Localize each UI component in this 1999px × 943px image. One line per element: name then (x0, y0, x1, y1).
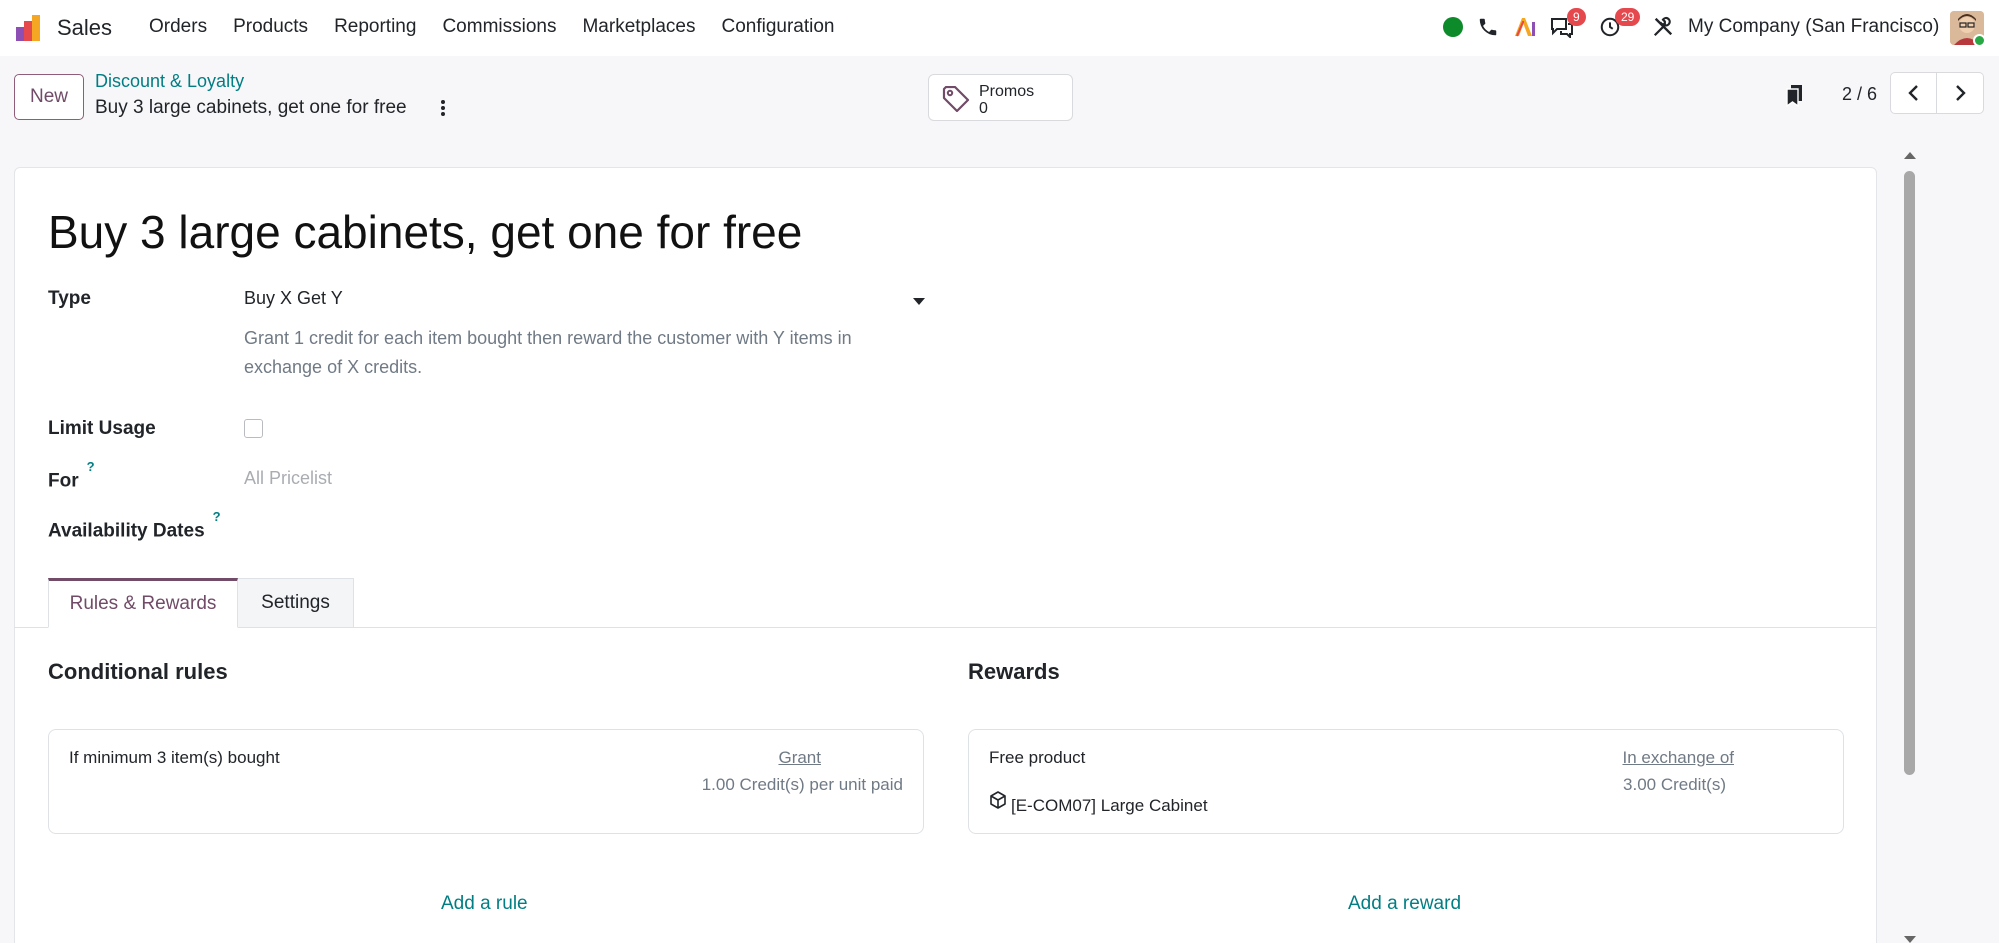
promos-smart-button[interactable]: Promos 0 (928, 74, 1073, 121)
menu-marketplaces[interactable]: Marketplaces (569, 16, 708, 38)
app-name[interactable]: Sales (57, 15, 112, 41)
reward-product: [E-COM07] Large Cabinet (1011, 796, 1208, 815)
scroll-down-arrow[interactable] (1904, 936, 1916, 943)
menu-reporting[interactable]: Reporting (321, 16, 429, 38)
bookmark-icon[interactable] (1785, 83, 1805, 107)
menu-orders[interactable]: Orders (136, 16, 220, 38)
conditional-rules-title: Conditional rules (48, 659, 228, 684)
user-online-dot (1973, 34, 1986, 47)
company-switcher[interactable]: My Company (San Francisco) (1688, 16, 1939, 38)
rule-card[interactable]: If minimum 3 item(s) bought Grant 1.00 C… (48, 729, 924, 834)
new-button[interactable]: New (14, 74, 84, 120)
tag-icon (942, 86, 970, 112)
main-menu: Orders Products Reporting Commissions Ma… (136, 16, 848, 38)
pager-next-button[interactable] (1937, 72, 1984, 114)
status-dot-icon[interactable] (1443, 17, 1463, 37)
reward-type: Free product (989, 748, 1086, 767)
chevron-left-icon (1907, 85, 1918, 101)
limit-usage-checkbox[interactable] (244, 419, 263, 438)
pager-value[interactable]: 2 / 6 (1842, 84, 1877, 105)
sales-app-icon[interactable] (14, 13, 44, 43)
tools-icon[interactable] (1652, 16, 1674, 38)
type-select[interactable]: Buy X Get Y (244, 288, 343, 309)
limit-usage-label: Limit Usage (48, 418, 156, 439)
availability-label: Availability Dates? (48, 509, 221, 542)
type-description: Grant 1 credit for each item bought then… (244, 328, 852, 377)
scroll-up-arrow[interactable] (1904, 152, 1916, 159)
breadcrumb-current: Buy 3 large cabinets, get one for free (95, 97, 407, 118)
menu-products[interactable]: Products (220, 16, 321, 38)
pricelist-field[interactable]: All Pricelist (244, 468, 332, 489)
menu-commissions[interactable]: Commissions (429, 16, 569, 38)
add-reward-link[interactable]: Add a reward (1348, 893, 1461, 915)
tab-rules-rewards[interactable]: Rules & Rewards (48, 578, 238, 628)
reward-exchange-heading: In exchange of (1622, 748, 1734, 767)
chevron-down-icon[interactable] (913, 298, 925, 305)
product-box-icon (990, 791, 1006, 809)
menu-configuration[interactable]: Configuration (708, 16, 847, 38)
for-label-text: For (48, 470, 79, 492)
for-help-tooltip[interactable]: ? (87, 459, 95, 474)
add-rule-link[interactable]: Add a rule (441, 893, 528, 915)
type-label: Type (48, 288, 91, 309)
promos-label: Promos (979, 83, 1035, 100)
availability-label-text: Availability Dates (48, 520, 205, 542)
promos-count: 0 (979, 100, 988, 117)
availability-help-tooltip[interactable]: ? (213, 509, 221, 524)
rule-condition: If minimum 3 item(s) bought (69, 748, 280, 767)
tab-settings[interactable]: Settings (238, 578, 354, 628)
activities-badge: 29 (1615, 8, 1641, 26)
reward-exchange-value: 3.00 Credit(s) (1623, 775, 1726, 794)
rewards-title: Rewards (968, 659, 1060, 684)
pager-previous-button[interactable] (1890, 72, 1937, 114)
actions-menu-icon[interactable] (440, 98, 446, 118)
for-label: For? (48, 459, 95, 492)
breadcrumb-parent[interactable]: Discount & Loyalty (95, 71, 244, 92)
messages-badge: 9 (1567, 8, 1586, 26)
rule-grant-heading: Grant (778, 748, 821, 767)
ai-icon[interactable] (1513, 16, 1537, 38)
record-title[interactable]: Buy 3 large cabinets, get one for free (48, 205, 802, 259)
scrollbar-thumb[interactable] (1904, 171, 1915, 775)
reward-card[interactable]: Free product [E-COM07] Large Cabinet In … (968, 729, 1844, 834)
chevron-right-icon (1956, 85, 1966, 101)
rule-grant-value: 1.00 Credit(s) per unit paid (701, 775, 903, 794)
phone-icon[interactable] (1477, 16, 1499, 38)
top-navbar: Sales Orders Products Reporting Commissi… (0, 0, 1999, 56)
